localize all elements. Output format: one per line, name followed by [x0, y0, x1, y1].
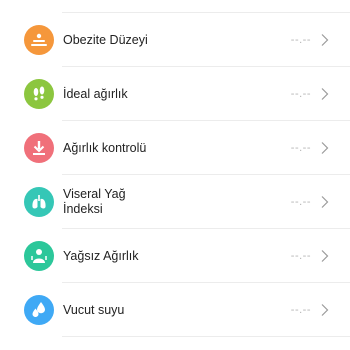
metric-label: Vucut suyu: [63, 302, 125, 317]
metric-row-obesity-level[interactable]: Obezite Düzeyi --.--: [0, 13, 350, 67]
metric-label: Yağsız Ağırlık: [63, 248, 139, 263]
metric-value: --.--: [290, 34, 311, 46]
chevron-right-icon: [321, 304, 329, 316]
metric-value: --.--: [290, 142, 311, 154]
metric-row-ideal-weight[interactable]: İdeal ağırlık --.--: [0, 67, 350, 121]
chevron-right-icon: [321, 88, 329, 100]
chevron-right-icon: [321, 196, 329, 208]
chevron-right-icon: [321, 142, 329, 154]
chevron-right-icon: [321, 34, 329, 46]
divider: [62, 336, 350, 337]
obesity-level-icon: [24, 25, 54, 55]
chevron-right-icon: [321, 250, 329, 262]
metric-row-visceral-fat[interactable]: Viseral Yağ İndeksi --.--: [0, 175, 350, 229]
metric-value: --.--: [290, 304, 311, 316]
metric-row-lean-weight[interactable]: Yağsız Ağırlık --.--: [0, 229, 350, 283]
metric-label: İdeal ağırlık: [63, 86, 128, 101]
metric-label: Viseral Yağ İndeksi: [63, 187, 126, 216]
weight-control-icon: [24, 133, 54, 163]
lungs-icon: [24, 187, 54, 217]
metric-row-weight-control[interactable]: Ağırlık kontrolü --.--: [0, 121, 350, 175]
footprints-icon: [24, 79, 54, 109]
water-drops-icon: [24, 295, 54, 325]
metric-label: Obezite Düzeyi: [63, 32, 148, 47]
metric-value: --.--: [290, 196, 311, 208]
metric-value: --.--: [290, 250, 311, 262]
metric-label: Ağırlık kontrolü: [63, 140, 147, 155]
metric-row-body-water[interactable]: Vucut suyu --.--: [0, 283, 350, 337]
metrics-list: Obezite Düzeyi --.-- İdeal ağırlık --.--: [0, 0, 350, 350]
lean-body-icon: [24, 241, 54, 271]
metric-value: --.--: [290, 88, 311, 100]
